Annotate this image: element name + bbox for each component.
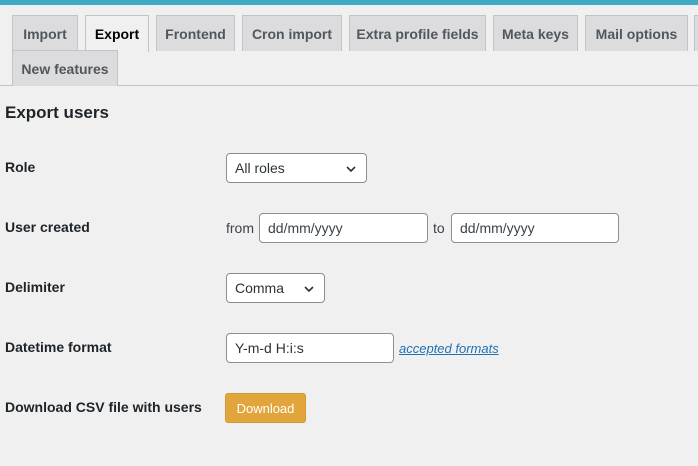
download-csv-label: Download CSV file with users [5,399,202,415]
tab-cron-import[interactable]: Cron import [242,15,342,51]
delimiter-select-value: Comma [235,280,285,296]
delimiter-select[interactable]: Comma [226,273,325,303]
tab-frontend[interactable]: Frontend [156,15,235,51]
tab-mail-options[interactable]: Mail options [585,15,688,51]
tab-import[interactable]: Import [12,15,78,51]
chevron-down-icon [346,166,356,173]
tab-new-features[interactable]: New features [12,50,118,86]
page-title: Export users [5,103,109,122]
user-created-label: User created [5,219,90,235]
role-select-value: All roles [235,160,285,176]
from-text: from [226,220,254,236]
accepted-formats-link[interactable]: accepted formats [399,341,499,356]
tab-bar: Import Export Frontend Cron import Extra… [0,5,698,86]
datetime-format-input[interactable] [226,333,394,363]
delimiter-label: Delimiter [5,279,65,295]
datetime-format-label: Datetime format [5,339,112,355]
role-label: Role [5,159,36,175]
role-select[interactable]: All roles [226,153,367,183]
download-button[interactable]: Download [225,393,306,423]
created-from-date-input[interactable] [259,213,428,243]
tab-overflow-partial[interactable] [694,15,698,51]
to-text: to [433,220,445,236]
tab-extra-profile-fields[interactable]: Extra profile fields [349,15,486,51]
tab-export[interactable]: Export [85,15,149,52]
chevron-down-icon [304,286,314,293]
created-to-date-input[interactable] [451,213,619,243]
tab-meta-keys[interactable]: Meta keys [493,15,578,51]
